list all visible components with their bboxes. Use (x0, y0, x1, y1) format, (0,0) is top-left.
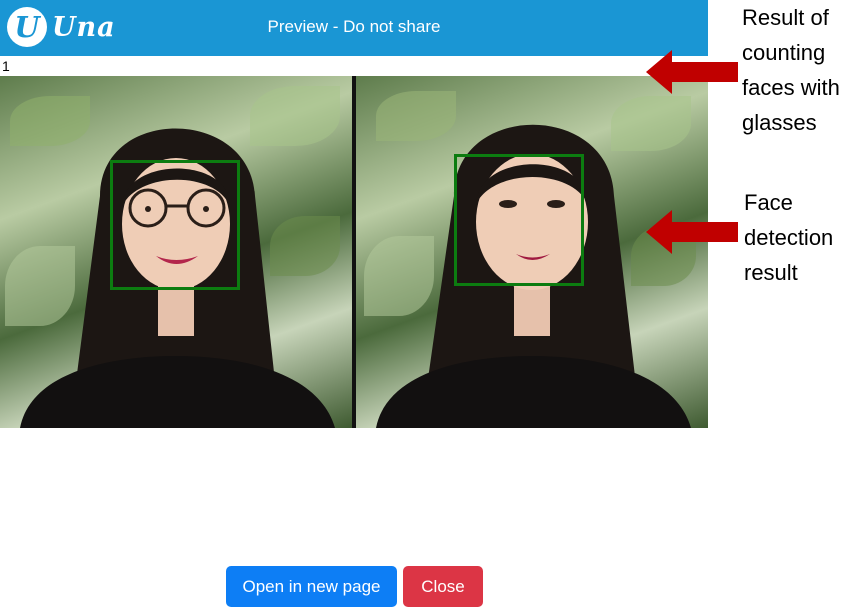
close-button[interactable]: Close (403, 566, 483, 607)
count-annotation: Result of counting faces with glasses (742, 0, 840, 140)
annotation-line: Result of (742, 5, 829, 30)
annotation-line: Face (744, 190, 793, 215)
preview-images (0, 76, 708, 428)
face-detection-box (454, 154, 584, 286)
glasses-count: 1 (2, 58, 10, 74)
page-title: Preview - Do not share (267, 17, 441, 36)
annotation-line: counting (742, 40, 826, 65)
photo-with-glasses (0, 76, 352, 428)
annotation-line: faces with (742, 75, 840, 100)
arrow-left-icon (646, 50, 738, 94)
detection-annotation: Face detection result (744, 185, 833, 290)
app-header: U Una Preview - Do not share (0, 0, 708, 56)
annotation-line: glasses (742, 110, 817, 135)
annotation-line: detection (744, 225, 834, 250)
arrow-left-icon (646, 210, 738, 254)
face-detection-box (110, 160, 240, 290)
annotation-line: result (744, 260, 798, 285)
open-in-new-page-button[interactable]: Open in new page (226, 566, 397, 607)
